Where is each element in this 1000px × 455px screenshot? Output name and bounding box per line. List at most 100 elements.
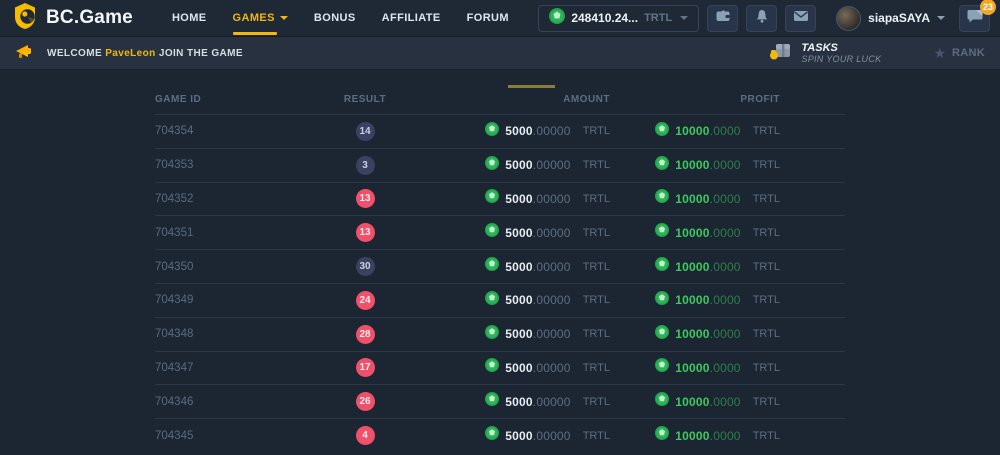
cell-amount: 5000.00000 TRTL: [455, 291, 610, 310]
cell-game-id: 704351: [155, 227, 275, 239]
chat-button[interactable]: 23: [959, 5, 990, 32]
balance-selector[interactable]: 248410.24... TRTL: [538, 5, 699, 32]
avatar: [836, 6, 861, 31]
cell-result: 13: [275, 189, 455, 208]
amount-currency: TRTL: [583, 362, 610, 374]
table-row[interactable]: 704348 28 5000.00000 TRTL: [155, 317, 845, 351]
megaphone-icon: [14, 43, 34, 64]
trtl-coin-icon: [485, 291, 499, 310]
cell-game-id: 704353: [155, 159, 275, 171]
header-profit: PROFIT: [610, 94, 780, 105]
trtl-coin-icon: [655, 156, 669, 175]
nav-item-label: GAMES: [233, 12, 275, 24]
chevron-down-icon: [680, 16, 688, 20]
table-row[interactable]: 704350 30 5000.00000 TRTL: [155, 249, 845, 283]
top-navbar: BC.Game HOME GAMES BONUS AFFILIATE FORUM: [0, 0, 1000, 37]
nav-item-label: HOME: [172, 12, 207, 24]
trtl-coin-icon: [655, 189, 669, 208]
tasks-shortcut[interactable]: TASKS SPIN YOUR LUCK: [769, 41, 881, 66]
brand-logo[interactable]: BC.Game: [12, 2, 133, 35]
nav-item-home[interactable]: HOME: [159, 0, 220, 37]
profit-currency: TRTL: [753, 362, 780, 374]
table-row[interactable]: 704354 14 5000.00000 TRTL: [155, 114, 845, 148]
balance-currency: TRTL: [644, 12, 672, 24]
cell-game-id: 704350: [155, 261, 275, 273]
profit-currency: TRTL: [753, 193, 780, 205]
cell-profit: 10000.0000 TRTL: [610, 156, 780, 175]
cell-result: 26: [275, 392, 455, 411]
result-badge: 24: [356, 291, 375, 310]
cell-profit: 10000.0000 TRTL: [610, 122, 780, 141]
profit-currency: TRTL: [753, 159, 780, 171]
table-row[interactable]: 704345 4 5000.00000 TRTL: [155, 418, 845, 452]
cell-result: 28: [275, 325, 455, 344]
amount-currency: TRTL: [583, 430, 610, 442]
table-row[interactable]: 704347 17 5000.00000 TRTL: [155, 351, 845, 385]
tasks-subtitle: SPIN YOUR LUCK: [801, 54, 881, 64]
table-row[interactable]: 704353 3 5000.00000 TRTL: [155, 148, 845, 182]
username: siapaSAYA: [868, 11, 930, 25]
notifications-button[interactable]: [746, 5, 777, 32]
result-badge: 4: [356, 426, 375, 445]
user-menu[interactable]: siapaSAYA: [836, 6, 945, 31]
cell-profit: 10000.0000 TRTL: [610, 392, 780, 411]
cell-game-id: 704348: [155, 328, 275, 340]
rank-shortcut[interactable]: ★ RANK: [933, 46, 985, 60]
cell-result: 30: [275, 257, 455, 276]
nav-item-games[interactable]: GAMES: [220, 0, 301, 37]
gift-box-icon: [769, 41, 792, 66]
trtl-coin-icon: [485, 122, 499, 141]
cell-result: 13: [275, 223, 455, 242]
balance-value: 248410.24...: [571, 11, 638, 25]
nav-item-affiliate[interactable]: AFFILIATE: [369, 0, 454, 37]
amount-currency: TRTL: [583, 125, 610, 137]
cell-profit: 10000.0000 TRTL: [610, 257, 780, 276]
chat-bubble-icon: [967, 9, 983, 28]
cell-profit: 10000.0000 TRTL: [610, 189, 780, 208]
cell-result: 24: [275, 291, 455, 310]
cell-amount: 5000.00000 TRTL: [455, 223, 610, 242]
nav-item-label: FORUM: [467, 12, 509, 24]
tasks-title: TASKS: [801, 42, 881, 55]
welcome-text: WELCOME PaveLeon JOIN THE GAME: [47, 48, 243, 59]
table-row[interactable]: 704352 13 5000.00000 TRTL: [155, 182, 845, 216]
cell-profit: 10000.0000 TRTL: [610, 358, 780, 377]
cell-amount: 5000.00000 TRTL: [455, 122, 610, 141]
tasks-text: TASKS SPIN YOUR LUCK: [801, 42, 881, 65]
messages-button[interactable]: [785, 5, 816, 32]
cell-game-id: 704345: [155, 430, 275, 442]
wallet-button[interactable]: [707, 5, 738, 32]
nav-item-forum[interactable]: FORUM: [454, 0, 522, 37]
cell-game-id: 704347: [155, 362, 275, 374]
trtl-coin-icon: [485, 358, 499, 377]
trtl-coin-icon: [485, 189, 499, 208]
cell-profit: 10000.0000 TRTL: [610, 325, 780, 344]
main-nav: HOME GAMES BONUS AFFILIATE FORUM: [159, 0, 522, 37]
result-badge: 13: [356, 223, 375, 242]
cell-result: 3: [275, 156, 455, 175]
result-badge: 28: [356, 325, 375, 344]
trtl-coin-icon: [655, 392, 669, 411]
cell-result: 14: [275, 122, 455, 141]
cell-amount: 5000.00000 TRTL: [455, 392, 610, 411]
cell-game-id: 704349: [155, 294, 275, 306]
profit-currency: TRTL: [753, 227, 780, 239]
trtl-coin-icon: [485, 223, 499, 242]
header-amount: AMOUNT: [455, 94, 610, 105]
profit-currency: TRTL: [753, 328, 780, 340]
table-row[interactable]: 704351 13 5000.00000 TRTL: [155, 215, 845, 249]
table-row[interactable]: 704349 24 5000.00000 TRTL: [155, 283, 845, 317]
result-badge: 17: [356, 358, 375, 377]
mail-icon: [793, 9, 809, 27]
result-badge: 13: [356, 189, 375, 208]
nav-item-bonus[interactable]: BONUS: [301, 0, 369, 37]
cell-result: 4: [275, 426, 455, 445]
profit-currency: TRTL: [753, 125, 780, 137]
table-row[interactable]: 704346 26 5000.00000 TRTL: [155, 384, 845, 418]
chevron-down-icon: [937, 16, 945, 20]
cell-game-id: 704352: [155, 193, 275, 205]
trtl-coin-icon: [655, 325, 669, 344]
bell-icon: [755, 9, 769, 28]
main-content: GAME ID RESULT AMOUNT PROFIT 704354 14 5…: [0, 85, 1000, 455]
cell-amount: 5000.00000 TRTL: [455, 189, 610, 208]
